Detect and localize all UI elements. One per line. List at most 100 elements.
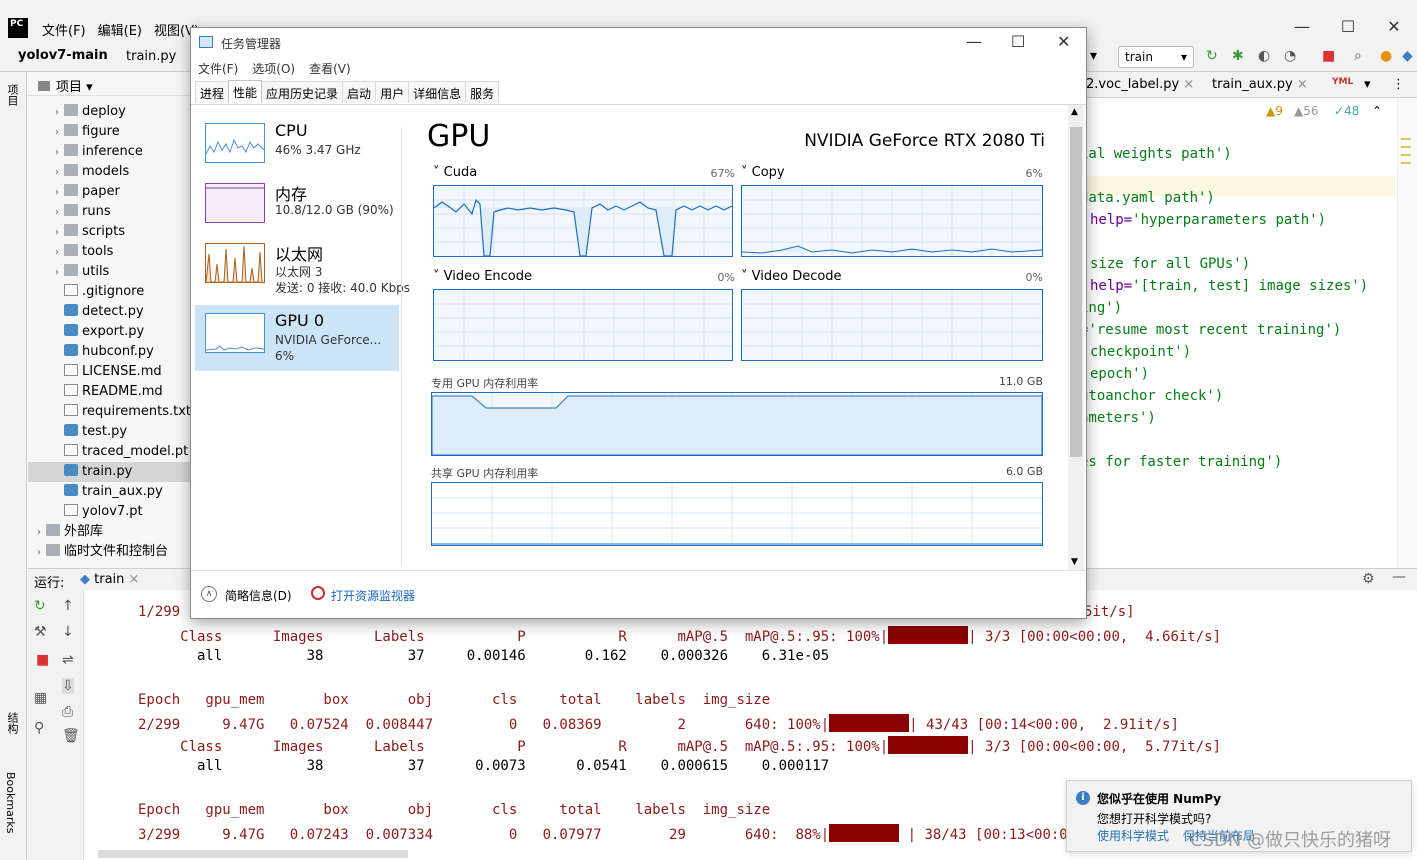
tab-voc-label[interactable]: 2.voc_label.py × [1086, 77, 1194, 92]
code-line[interactable]: help='[train, test] image sizes') [1090, 278, 1368, 294]
search-icon[interactable]: ⌕ [1354, 48, 1362, 64]
tm-titlebar[interactable]: 任务管理器 — ☐ ✕ [191, 28, 1086, 58]
scroll-down-icon[interactable]: ▼ [1071, 557, 1078, 567]
tab-train-aux[interactable]: train_aux.py × [1212, 77, 1308, 92]
tm-close-icon[interactable]: ✕ [1057, 32, 1070, 51]
tree-item[interactable]: hubconf.py [28, 342, 190, 362]
tm-menu-item[interactable]: 文件(F) [198, 60, 238, 77]
tree-item[interactable]: traced_model.pt [28, 442, 190, 462]
yaml-file-icon[interactable]: YML [1332, 77, 1353, 87]
expand-arrow-icon[interactable]: › [50, 163, 64, 183]
stop-icon[interactable]: ■ [1322, 48, 1335, 64]
code-line[interactable]: ial weights path') [1080, 146, 1232, 162]
tm-tab[interactable]: 进程 [195, 81, 230, 103]
expand-arrow-icon[interactable]: › [50, 103, 64, 123]
tm-maximize-icon[interactable]: ☐ [1011, 32, 1025, 51]
tree-item[interactable]: › figure [28, 122, 190, 142]
resource-ethernet[interactable]: 以太网 以太网 3 发送: 0 接收: 40.0 Kbps [195, 235, 410, 301]
rerun-icon[interactable]: ↻ [1206, 48, 1218, 64]
expand-arrow-icon[interactable]: › [32, 523, 46, 543]
stop-icon[interactable]: ■ [36, 652, 49, 668]
tree-item[interactable]: › 临时文件和控制台 [28, 542, 190, 562]
rerun-icon[interactable]: ↻ [34, 598, 46, 614]
tree-item[interactable]: › paper [28, 182, 190, 202]
prev-highlight-icon[interactable]: ⌃ [1372, 104, 1382, 118]
wrench-icon[interactable]: ⚒ [34, 624, 47, 640]
engine-video-decode-label[interactable]: ˅ Video Decode [741, 269, 842, 284]
code-line[interactable]: epoch') [1090, 366, 1149, 382]
tm-tab[interactable]: 启动 [342, 81, 377, 103]
code-line[interactable]: help='hyperparameters path') [1090, 212, 1326, 228]
tm-tab[interactable]: 详细信息 [408, 81, 467, 103]
dropdown-icon[interactable]: ▾ [86, 80, 93, 95]
debug-icon[interactable]: ✱ [1232, 48, 1244, 64]
close-icon[interactable]: ✕ [1371, 12, 1417, 42]
weak-warning-count[interactable]: ▲56 [1294, 104, 1319, 118]
ide-logo-icon[interactable]: ◆ [1402, 48, 1413, 64]
tree-item[interactable]: › scripts [28, 222, 190, 242]
expand-arrow-icon[interactable]: › [50, 183, 64, 203]
chevron-down-icon[interactable]: ▾ [1090, 48, 1097, 64]
tree-item[interactable]: train_aux.py [28, 482, 190, 502]
structure-tool-tab[interactable]: 结构 [4, 712, 20, 734]
down-arrow-icon[interactable]: ↓ [62, 624, 74, 640]
tree-item[interactable]: detect.py [28, 302, 190, 322]
expand-arrow-icon[interactable]: › [50, 223, 64, 243]
more-tabs-icon[interactable]: ⋮ [1392, 77, 1405, 92]
update-icon[interactable]: ● [1380, 48, 1392, 64]
code-line[interactable]: data.yaml path') [1080, 190, 1215, 206]
bookmarks-tool-tab[interactable]: Bookmarks [4, 772, 17, 833]
profile-icon[interactable]: ◔ [1284, 48, 1296, 64]
soft-wrap-icon[interactable]: ⇌ [62, 652, 74, 668]
expand-arrow-icon[interactable]: › [50, 263, 64, 283]
tm-scroll-thumb[interactable] [1070, 127, 1082, 457]
tm-tab[interactable]: 应用历史记录 [261, 81, 344, 103]
resource-gpu0[interactable]: GPU 0 NVIDIA GeForce... 6% [195, 305, 399, 371]
coverage-icon[interactable]: ◐ [1258, 48, 1270, 64]
tabs-dropdown-icon[interactable]: ▾ [1364, 77, 1371, 92]
pin-icon[interactable]: ⚲ [34, 720, 44, 736]
tree-item[interactable]: LICENSE.md [28, 362, 190, 382]
code-line[interactable]: size for all GPUs') [1090, 256, 1250, 272]
project-tool-tab[interactable]: 项目 [4, 84, 20, 106]
tree-item[interactable]: › models [28, 162, 190, 182]
project-breadcrumb[interactable]: yolov7-main [18, 48, 108, 63]
tree-item[interactable]: › deploy [28, 102, 190, 122]
minimize-icon[interactable]: — [1279, 12, 1325, 42]
settings-gear-icon[interactable]: ⚙ [1362, 571, 1375, 587]
tree-item[interactable]: train.py [28, 462, 190, 482]
tree-item[interactable]: README.md [28, 382, 190, 402]
tree-item[interactable]: test.py [28, 422, 190, 442]
tm-menu-item[interactable]: 查看(V) [309, 60, 351, 77]
tree-item[interactable]: › utils [28, 262, 190, 282]
tree-item[interactable]: .gitignore [28, 282, 190, 302]
scroll-to-end-icon[interactable]: ⇩ [62, 678, 74, 694]
up-arrow-icon[interactable]: ↑ [62, 598, 74, 614]
code-line[interactable]: ameters') [1080, 410, 1156, 426]
hide-panel-icon[interactable]: — [1392, 569, 1406, 585]
engine-copy-label[interactable]: ˅ Copy [741, 165, 785, 180]
tm-scrollbar[interactable]: ▲ ▼ [1068, 105, 1084, 571]
ide-menu-item[interactable]: 文件(F) [42, 20, 86, 39]
tm-tab[interactable]: 服务 [465, 81, 500, 103]
tree-item[interactable]: › inference [28, 142, 190, 162]
warning-count[interactable]: ▲9 [1266, 104, 1283, 118]
tm-menu-item[interactable]: 选项(O) [252, 60, 295, 77]
engine-cuda-label[interactable]: ˅ Cuda [433, 165, 477, 180]
collapse-icon[interactable]: ∧ [201, 586, 217, 602]
use-scientific-mode-link[interactable]: 使用科学模式 [1097, 829, 1169, 843]
expand-arrow-icon[interactable]: › [50, 123, 64, 143]
code-line[interactable]: ='resume most recent training') [1080, 322, 1341, 338]
expand-arrow-icon[interactable]: › [50, 143, 64, 163]
tree-item[interactable]: export.py [28, 322, 190, 342]
run-config-select[interactable]: train ▾ [1118, 46, 1194, 68]
expand-arrow-icon[interactable]: › [32, 543, 46, 563]
console-hscrollbar[interactable] [98, 850, 408, 858]
scroll-up-icon[interactable]: ▲ [1071, 107, 1078, 117]
code-line[interactable]: checkpoint') [1090, 344, 1191, 360]
tree-item[interactable]: › 外部库 [28, 522, 190, 542]
maximize-icon[interactable]: ☐ [1325, 12, 1371, 42]
expand-arrow-icon[interactable]: › [50, 203, 64, 223]
tm-tab[interactable]: 性能 [228, 80, 263, 102]
brief-info-link[interactable]: 简略信息(D) [225, 587, 292, 604]
